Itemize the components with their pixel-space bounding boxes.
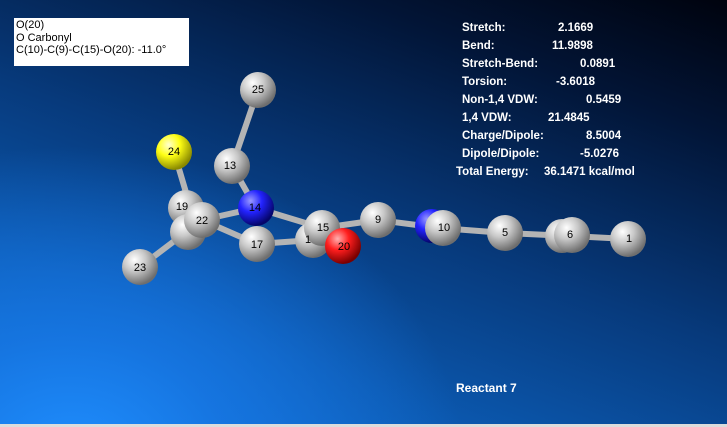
atom-info-box: O(20) O Carbonyl C(10)-C(9)-C(15)-O(20):… [14,18,189,66]
atom-label-6: 6 [567,229,573,241]
energy-value: 2.1669 [558,22,594,34]
atom-label-10: 10 [438,222,450,234]
energy-label: Bend: [462,40,495,52]
energy-label: 1,4 VDW: [462,112,512,124]
atom-label-23: 23 [134,262,146,274]
atom-label-9: 9 [375,214,381,226]
atom-label-22: 22 [196,215,208,227]
atom-label-17: 17 [251,239,263,251]
energy-label: Charge/Dipole: [462,130,544,142]
energy-label: Dipole/Dipole: [462,148,540,160]
atom-label-16: 1 [305,234,311,246]
energy-label: Torsion: [462,76,508,88]
atom-label-24: 24 [168,146,180,158]
energy-value: -3.6018 [556,76,596,88]
energy-value: 36.1471 kcal/mol [544,166,635,178]
info-atom-id: O(20) [16,19,45,31]
atom-label-15: 15 [317,222,329,234]
atoms [122,72,646,285]
energy-label: Total Energy: [456,166,529,178]
info-dihedral: C(10)-C(9)-C(15)-O(20): -11.0° [16,44,167,56]
atom-label-20: 20 [338,241,350,253]
energy-label: Stretch-Bend: [462,58,539,70]
atom-label-13: 13 [224,160,236,172]
energy-value: 0.5459 [586,94,622,106]
atom-label-14: 14 [249,202,261,214]
info-atom-type: O Carbonyl [16,31,72,44]
energy-value: -5.0276 [580,148,620,160]
energy-value: 21.4845 [548,112,590,124]
atom-label-19: 19 [176,201,188,213]
atom-label-25: 25 [252,84,264,96]
atom-label-5: 5 [502,227,508,239]
energy-label: Non-1,4 VDW: [462,94,538,106]
energy-value: 0.0891 [580,58,616,70]
molecule-viewport[interactable]: 25 24 13 19 22 14 17 23 1 15 20 9 10 5 6… [0,0,727,427]
atom-label-1: 1 [626,233,632,245]
energy-value: 11.9898 [552,40,593,52]
molecule-caption: Reactant 7 [456,381,517,395]
energy-label: Stretch: [462,22,506,34]
energy-value: 8.5004 [586,130,622,142]
